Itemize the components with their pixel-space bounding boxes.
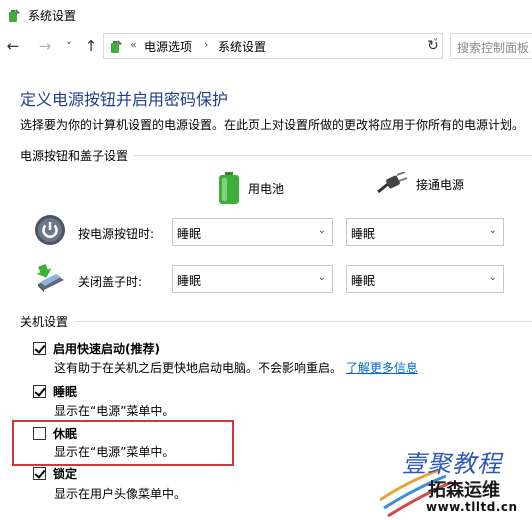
hibernate-highlight-box [12, 420, 234, 466]
battery-icon [219, 172, 239, 204]
sleep-title: 睡眠 [53, 385, 78, 399]
watermark-title: 壹聚教程 [402, 450, 502, 478]
power-button-battery-select[interactable]: 睡眠 ⌄ [172, 218, 333, 246]
breadcrumb-separator[interactable]: › [204, 38, 208, 51]
watermark-url: www.tlltd.cn [426, 500, 518, 514]
selected-value: 睡眠 [177, 227, 202, 241]
lock-option[interactable]: 锁定 [33, 465, 77, 482]
close-lid-plugged-select[interactable]: 睡眠 ⌄ [346, 265, 504, 293]
navigation-bar: ← → ˅ ↑ « 电源选项 › 系统设置 ˅ ↻ 搜索控制面板 [0, 33, 532, 59]
control-panel-icon [9, 9, 20, 22]
power-plug-icon [377, 172, 408, 194]
battery-column-header: 用电池 [218, 172, 284, 204]
power-button-icon [35, 215, 65, 245]
fast-startup-title: 启用快速启动(推荐) [53, 342, 160, 356]
fast-startup-description: 这有助于在关机之后更快地启动电脑。不会影响重启。 了解更多信息 [54, 359, 418, 376]
close-lid-label: 关闭盖子时: [78, 275, 143, 289]
close-lid-battery-select[interactable]: 睡眠 ⌄ [172, 265, 333, 293]
battery-label: 用电池 [248, 181, 285, 196]
fast-startup-option[interactable]: 启用快速启动(推荐) [33, 340, 160, 357]
fast-startup-description-text: 这有助于在关机之后更快地启动电脑。不会影响重启。 [54, 361, 343, 375]
chevron-down-icon: ⌄ [317, 272, 326, 283]
plugged-column-header: 接通电源 [376, 172, 464, 196]
shutdown-group-label: 关机设置 [20, 313, 75, 330]
breadcrumb-power-options[interactable]: 电源选项 [144, 38, 192, 55]
power-button-plugged-select[interactable]: 睡眠 ⌄ [346, 218, 504, 246]
sleep-option[interactable]: 睡眠 [33, 383, 77, 400]
forward-button[interactable]: → [36, 36, 54, 56]
learn-more-link[interactable]: 了解更多信息 [346, 361, 418, 375]
group-divider [20, 321, 532, 322]
page-description: 选择要为你的计算机设置的电源设置。在此页上对设置所做的更改将应用于你所有的电源计… [20, 118, 525, 132]
refresh-button[interactable]: ↻ [424, 36, 442, 56]
back-button[interactable]: ← [4, 36, 22, 56]
search-input[interactable]: 搜索控制面板 [450, 33, 532, 59]
window-title: 系统设置 [28, 8, 77, 23]
plugged-label: 接通电源 [416, 177, 465, 192]
overflow-separator[interactable]: « [130, 38, 137, 51]
recent-locations-button[interactable]: ˅ [60, 36, 78, 56]
selected-value: 睡眠 [177, 274, 202, 288]
lock-checkbox[interactable] [33, 467, 46, 480]
laptop-lid-icon [36, 263, 64, 292]
sleep-description: 显示在“电源”菜单中。 [54, 404, 175, 418]
watermark-subtitle: 拓森运维 [428, 480, 500, 501]
breadcrumb-system-settings[interactable]: 系统设置 [218, 38, 266, 55]
power-button-label: 按电源按钮时: [78, 227, 155, 241]
selected-value: 睡眠 [351, 274, 376, 288]
title-bar: 系统设置 [0, 0, 532, 30]
chevron-down-icon: ⌄ [317, 225, 326, 236]
power-group-label: 电源按钮和盖子设置 [20, 147, 135, 164]
address-bar[interactable]: « 电源选项 › 系统设置 ˅ [103, 33, 443, 59]
control-panel-icon [111, 40, 122, 53]
lock-title: 锁定 [53, 467, 78, 481]
chevron-down-icon: ⌄ [488, 225, 497, 236]
fast-startup-checkbox[interactable] [33, 342, 46, 355]
page-title: 定义电源按钮并启用密码保护 [20, 90, 229, 109]
up-button[interactable]: ↑ [82, 36, 100, 56]
lock-description: 显示在用户头像菜单中。 [54, 487, 187, 501]
sleep-checkbox[interactable] [33, 385, 46, 398]
chevron-down-icon: ⌄ [488, 272, 497, 283]
watermark: 壹聚教程 拓森运维 www.tlltd.cn [380, 440, 532, 520]
selected-value: 睡眠 [351, 227, 376, 241]
